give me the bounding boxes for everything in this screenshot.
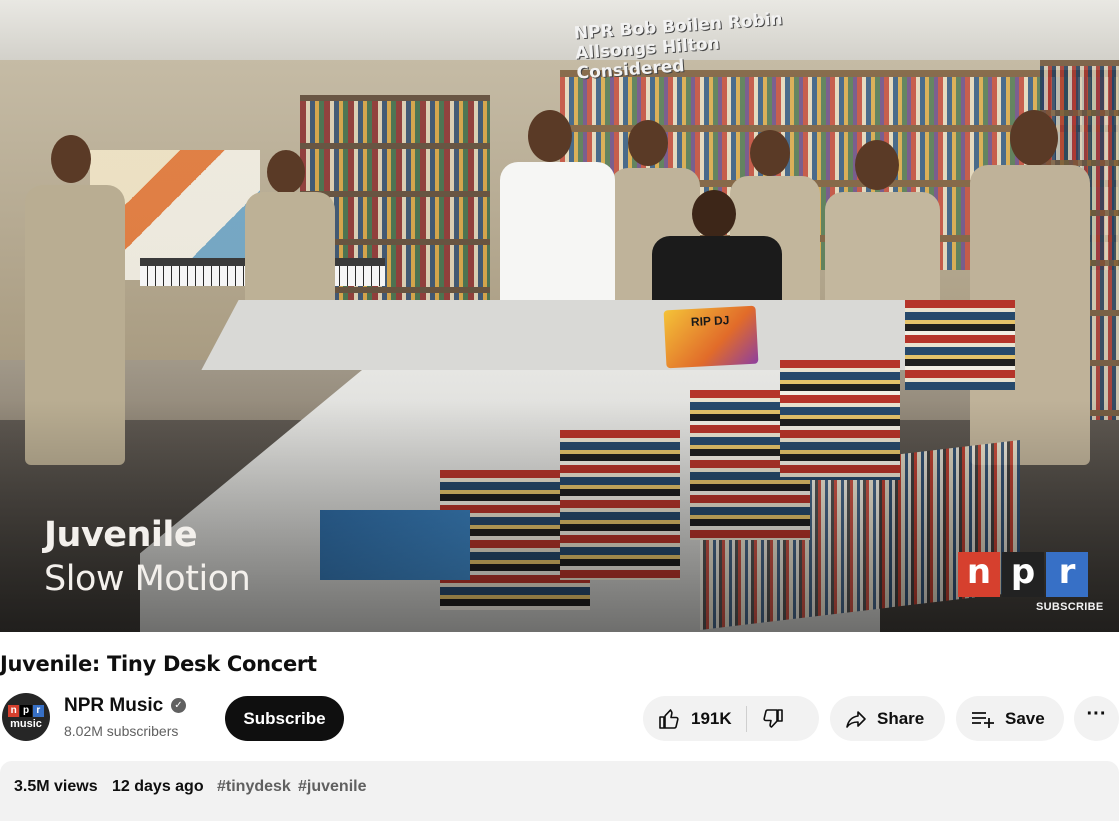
channel-name[interactable]: NPR Music — [64, 695, 163, 717]
npr-letter-r: r — [1046, 552, 1088, 597]
playlist-add-icon — [972, 711, 994, 728]
like-dislike-group: 191K — [643, 696, 819, 741]
verified-check-icon: ✓ — [171, 698, 186, 713]
overlay-song-title: Slow Motion — [44, 559, 251, 599]
subscribe-button[interactable]: Subscribe — [225, 696, 344, 741]
thumb-down-icon — [763, 708, 783, 728]
avatar-letter-n: n — [8, 704, 20, 717]
musician-saxophone — [825, 140, 940, 332]
avatar-letter-p: p — [20, 704, 32, 717]
like-count: 191K — [691, 708, 732, 728]
channel-avatar[interactable]: n p r music — [2, 693, 50, 741]
avatar-letter-r: r — [32, 704, 44, 717]
avatar-npr-logo: n p r — [8, 704, 44, 717]
video-title: Juvenile: Tiny Desk Concert — [0, 652, 317, 676]
more-actions-button[interactable]: ··· — [1074, 696, 1119, 741]
hashtag-link[interactable]: #tinydesk — [217, 778, 291, 796]
avatar-music-label: music — [10, 717, 42, 730]
npr-watermark-logo[interactable]: n p r — [958, 552, 1088, 597]
save-label: Save — [1005, 708, 1045, 728]
video-player[interactable]: NPR Bob Boilen Robin Allsongs Hilton Con… — [0, 0, 1119, 632]
save-button[interactable]: Save — [956, 696, 1064, 741]
view-count: 3.5M views — [14, 778, 98, 795]
share-label: Share — [877, 708, 925, 728]
more-horizontal-icon: ··· — [1086, 703, 1107, 725]
thumb-up-icon — [659, 708, 679, 729]
watermark-subscribe-label[interactable]: SUBSCRIBE — [1036, 601, 1104, 613]
share-arrow-icon — [846, 710, 866, 728]
share-button[interactable]: Share — [830, 696, 945, 741]
subscriber-count: 8.02M subscribers — [64, 723, 179, 739]
npr-letter-p: p — [1002, 552, 1044, 597]
overlay-artist-name: Juvenile — [44, 515, 198, 555]
upload-age: 12 days ago — [112, 778, 204, 795]
dislike-button[interactable] — [747, 696, 799, 741]
rip-dj-sign: RIP DJ — [663, 305, 759, 369]
npr-letter-n: n — [958, 552, 1000, 597]
book-stack — [905, 300, 1015, 390]
like-button[interactable]: 191K — [643, 696, 746, 741]
hashtag-link[interactable]: #juvenile — [298, 778, 366, 796]
